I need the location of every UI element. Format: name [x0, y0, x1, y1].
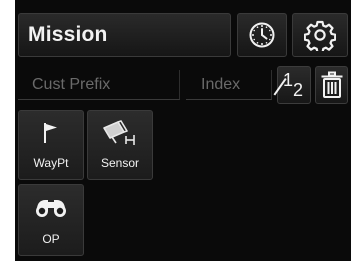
- item-grid: WayPt Sensor OP: [18, 110, 348, 261]
- camera-icon: [103, 120, 135, 145]
- trash-icon: [321, 71, 342, 98]
- numbering-button[interactable]: 1 2: [273, 66, 311, 104]
- fraction-1-2-icon: 1 2: [273, 70, 307, 100]
- op-tile[interactable]: OP: [18, 184, 84, 256]
- sensor-label: Sensor: [100, 156, 140, 170]
- gear-icon: [304, 20, 336, 51]
- fraction-denominator: 2: [293, 80, 304, 100]
- flag-icon: [44, 123, 57, 143]
- waypt-tile[interactable]: WayPt: [18, 110, 84, 180]
- cust-prefix-input[interactable]: Cust Prefix: [18, 70, 180, 100]
- settings-button[interactable]: [292, 13, 348, 57]
- header-bar: Mission: [18, 13, 348, 59]
- sensor-tile[interactable]: Sensor: [87, 110, 153, 180]
- clock-button[interactable]: [237, 13, 287, 57]
- clock-icon: [249, 22, 275, 48]
- index-input[interactable]: Index: [186, 70, 272, 100]
- binoculars-icon: [36, 200, 66, 217]
- mission-panel: Mission Cust Prefix Index 1 2 WayPt Sens…: [15, 0, 351, 261]
- prefix-index-row: Cust Prefix Index 1 2: [18, 66, 348, 104]
- waypt-label: WayPt: [33, 156, 69, 170]
- op-label: OP: [42, 232, 60, 246]
- title-box: Mission: [18, 13, 231, 57]
- delete-button[interactable]: [315, 66, 348, 104]
- page-title: Mission: [28, 23, 108, 46]
